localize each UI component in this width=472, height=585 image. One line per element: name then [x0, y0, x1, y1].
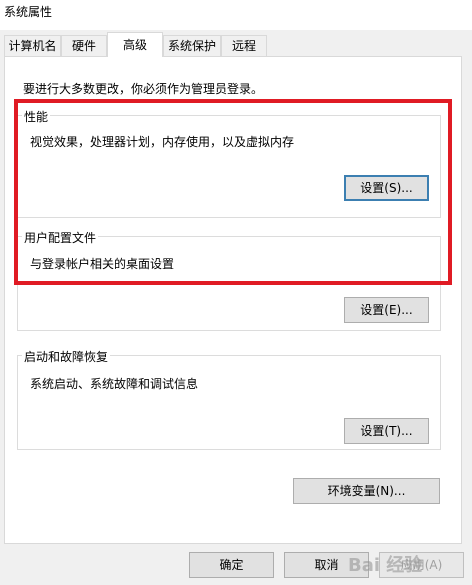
startup-recovery-title: 启动和故障恢复 [22, 348, 111, 365]
startup-recovery-settings-button[interactable]: 设置(T)... [344, 418, 429, 444]
tab-remote[interactable]: 远程 [221, 35, 267, 56]
performance-description: 视觉效果，处理器计划，内存使用，以及虚拟内存 [30, 135, 295, 149]
watermark-logo: Bai 经验 [348, 551, 422, 577]
performance-settings-button[interactable]: 设置(S)... [344, 175, 429, 201]
admin-note: 要进行大多数更改，你必须作为管理员登录。 [23, 82, 264, 96]
tab-computer-name[interactable]: 计算机名 [4, 35, 61, 56]
tab-advanced[interactable]: 高级 [107, 32, 163, 57]
tab-hardware[interactable]: 硬件 [61, 35, 107, 56]
user-profiles-settings-button[interactable]: 设置(E)... [344, 297, 429, 323]
startup-recovery-description: 系统启动、系统故障和调试信息 [30, 377, 199, 391]
watermark-text: Bai 经验 [348, 555, 423, 576]
ok-button[interactable]: 确定 [189, 552, 274, 578]
title-bar: 系统属性 [0, 0, 472, 30]
user-profiles-description: 与登录帐户相关的桌面设置 [30, 257, 175, 271]
window-title: 系统属性 [4, 5, 53, 19]
performance-group [17, 115, 441, 218]
environment-variables-button[interactable]: 环境变量(N)... [293, 478, 440, 504]
tab-system-protection[interactable]: 系统保护 [163, 35, 221, 56]
performance-title: 性能 [22, 108, 51, 125]
user-profiles-title: 用户配置文件 [22, 229, 99, 246]
